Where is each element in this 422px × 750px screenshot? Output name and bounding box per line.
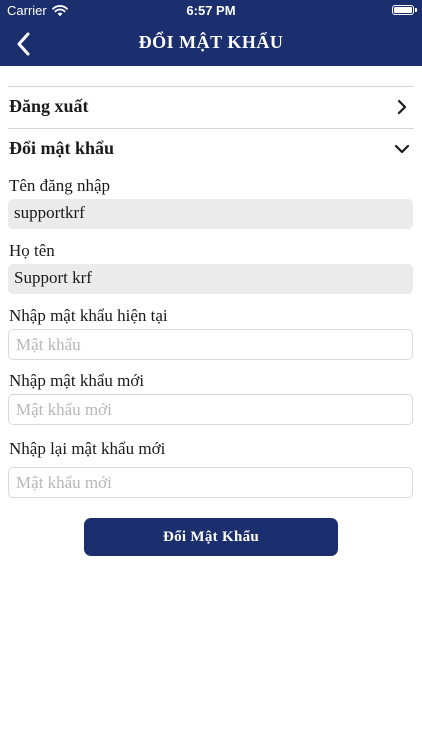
chevron-right-icon (397, 99, 407, 115)
current-password-input[interactable] (8, 329, 413, 360)
change-password-label: Đổi mật khẩu (9, 138, 115, 158)
status-bar: Carrier 6:57 PM (0, 0, 422, 22)
change-password-button[interactable]: Đổi Mật Khẩu (84, 518, 338, 556)
new-password-label: Nhập mật khẩu mới (9, 371, 145, 390)
back-button[interactable] (6, 26, 42, 62)
fullname-field: Support krf (8, 264, 413, 294)
battery-icon (392, 5, 417, 15)
logout-row[interactable]: Đăng xuất (8, 86, 414, 128)
new-password-input[interactable] (8, 394, 413, 425)
fullname-label: Họ tên (9, 241, 55, 260)
chevron-left-icon (17, 32, 30, 56)
username-label: Tên đăng nhập (9, 176, 111, 195)
chevron-down-icon (394, 144, 410, 154)
current-password-label: Nhập mật khẩu hiện tại (9, 306, 168, 325)
change-password-row[interactable]: Đổi mật khẩu (8, 128, 414, 170)
logout-label: Đăng xuất (9, 96, 89, 116)
username-field: supportkrf (8, 199, 413, 229)
nav-bar: ĐỔI MẬT KHẨU (0, 22, 422, 66)
page-title: ĐỔI MẬT KHẨU (138, 32, 284, 52)
app-header: Carrier 6:57 PM ĐỔI MẬT KHẨU (0, 0, 422, 66)
status-time: 6:57 PM (186, 3, 236, 18)
confirm-password-input[interactable] (8, 467, 413, 498)
confirm-password-label: Nhập lại mật khẩu mới (9, 439, 166, 458)
change-password-screen: Carrier 6:57 PM ĐỔI MẬT KHẨU Đăng xuất Đ… (0, 0, 422, 750)
